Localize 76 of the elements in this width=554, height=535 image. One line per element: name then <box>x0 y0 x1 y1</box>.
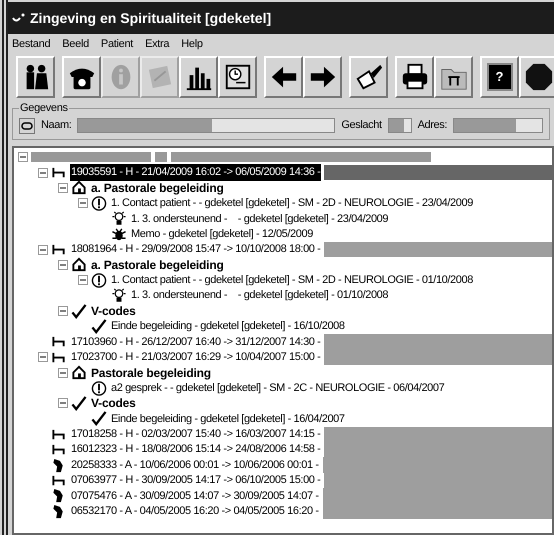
check-icon <box>71 304 87 319</box>
tree-item[interactable]: 06532170 - A - 04/05/2005 16:20 -> 04/05/2005 16:20 - <box>70 502 320 520</box>
tree-item[interactable]: 1. Contact patient - - gdeketel [gdeketel] - SM - 2D - NEUROLOGIE - 01/10/2008 <box>110 272 474 289</box>
collapse-toggle[interactable] <box>58 398 68 408</box>
tree-item[interactable]: 07063977 - H - 30/09/2005 14:17 -> 06/10/2005 15:00 - <box>70 472 322 489</box>
tree-item[interactable]: 20258333 - A - 10/06/2006 00:01 -> 10/06/2006 00:01 - <box>70 456 320 474</box>
tree-item[interactable]: a. Pastorale begeleiding <box>90 256 225 274</box>
people-button[interactable] <box>16 56 55 98</box>
tree-item[interactable]: a. Pastorale begeleiding <box>90 178 225 197</box>
menu-item[interactable]: Help <box>181 36 203 52</box>
lightbulb-icon <box>111 288 127 304</box>
gender-field[interactable] <box>388 118 412 133</box>
menu-item[interactable]: Extra <box>145 36 170 52</box>
house-icon <box>71 180 87 196</box>
name-field[interactable] <box>77 118 336 133</box>
tree-item[interactable]: a2 gesprek - - gdeketel [gdeketel] - SM - 2C - NEUROLOGIE - 06/04/2007 <box>110 380 446 396</box>
field-label: Adres: <box>418 118 448 134</box>
stop-sign-icon <box>524 62 554 92</box>
menu-item[interactable]: Beeld <box>62 36 89 52</box>
field-label: Geslacht <box>341 118 382 134</box>
collapse-toggle[interactable] <box>58 182 68 193</box>
collapse-toggle[interactable] <box>58 306 68 316</box>
back-button[interactable] <box>264 56 303 98</box>
collapse-toggle[interactable] <box>38 244 48 255</box>
tree-item[interactable]: 18081964 - H - 29/09/2008 15:47 -> 10/10/2008 18:00 - <box>70 241 322 258</box>
exclamation-icon <box>91 196 107 211</box>
collapse-toggle[interactable] <box>58 260 68 270</box>
menu-item[interactable]: Patient <box>100 36 134 52</box>
collapse-toggle[interactable] <box>78 198 88 208</box>
tree-item[interactable]: V-codes <box>90 302 137 320</box>
collapse-toggle[interactable] <box>18 152 28 162</box>
tree-item[interactable]: V-codes <box>90 394 137 412</box>
stop-button[interactable] <box>519 56 554 98</box>
tree-item[interactable]: Pastorale begeleiding <box>90 364 212 382</box>
bug-icon <box>111 226 127 242</box>
check-icon <box>71 396 87 411</box>
collapse-toggle[interactable] <box>58 368 68 378</box>
clock-button[interactable] <box>218 56 257 98</box>
exclamation-icon <box>91 380 107 396</box>
tree-item[interactable]: 17103960 - H - 26/12/2007 16:40 -> 31/12/2007 14:30 - <box>70 334 322 350</box>
window-title: Zingeving en Spiritualiteit [gdeketel] <box>30 8 272 28</box>
check-icon <box>91 318 107 334</box>
house-icon <box>71 257 87 272</box>
folder-button[interactable] <box>434 56 473 98</box>
tree-item[interactable]: 16012323 - H - 18/08/2006 15:14 -> 24/08/2006 14:58 - <box>70 441 322 458</box>
lightbulb-icon <box>111 211 127 226</box>
link-button[interactable] <box>19 118 35 134</box>
collapse-toggle[interactable] <box>78 275 88 286</box>
tree-item[interactable]: 1. 3. ondersteunend - - gdeketel [gdeketel] - 01/10/2008 <box>130 287 390 304</box>
phone-button[interactable] <box>62 56 101 98</box>
forward-button[interactable] <box>303 56 342 98</box>
field-label: Naam: <box>41 118 72 134</box>
tree-item[interactable]: 17023700 - H - 21/03/2007 16:29 -> 10/04/2007 15:00 - <box>70 349 322 366</box>
collapse-toggle[interactable] <box>38 352 48 362</box>
app-icon <box>12 13 26 23</box>
help-button[interactable]: ? <box>480 56 519 98</box>
tree-item[interactable]: Einde begeleiding - gdeketel [gdeketel] - 16/10/2008 <box>110 318 346 335</box>
house-icon <box>71 365 87 380</box>
tree-item[interactable]: 1. Contact patient - - gdeketel [gdeketel] - SM - 2D - NEUROLOGIE - 23/04/2009 <box>110 195 474 212</box>
tree-item[interactable]: 17018258 - H - 02/03/2007 15:40 -> 16/03/2007 14:15 - <box>70 426 322 442</box>
chart-button[interactable] <box>179 56 218 98</box>
question-mark-icon: ? <box>486 63 512 91</box>
check-icon <box>91 411 107 426</box>
tree-item[interactable]: Memo - gdeketel [gdeketel] - 12/05/2009 <box>130 226 314 242</box>
tree-item[interactable]: 1. 3. ondersteunend - - gdeketel [gdeketel] - 23/04/2009 <box>130 210 390 228</box>
address-field[interactable] <box>453 118 543 133</box>
brush-button[interactable] <box>349 56 388 98</box>
brush-icon <box>354 62 384 92</box>
tree-item[interactable]: 19035591 - H - 21/04/2009 16:02 -> 06/05/2009 14:36 - <box>70 164 322 181</box>
group-title: Gegevens <box>19 101 69 116</box>
tree-item[interactable]: Einde begeleiding - gdeketel [gdeketel] - 16/04/2007 <box>110 410 346 428</box>
exclamation-icon <box>91 272 107 288</box>
tree-item[interactable]: 07075476 - A - 30/09/2005 14:07 -> 30/09/2005 14:07 - <box>70 488 320 504</box>
collapse-toggle[interactable] <box>38 168 48 178</box>
printer-button[interactable] <box>395 56 434 98</box>
menu-item[interactable]: Bestand <box>12 36 50 52</box>
